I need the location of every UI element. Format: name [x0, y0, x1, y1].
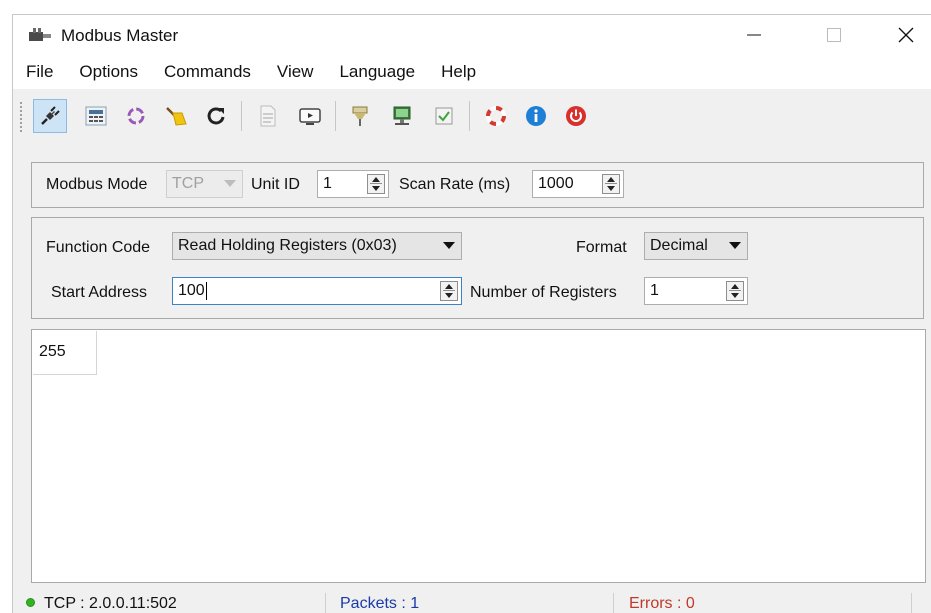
modbus-mode-value: TCP [172, 175, 204, 192]
refresh-button[interactable] [199, 99, 233, 133]
bus-monitor-icon [352, 106, 368, 126]
checklist-button[interactable] [427, 99, 461, 133]
start-address-spinbox[interactable]: 100 [172, 277, 462, 305]
monitor-button[interactable] [293, 99, 327, 133]
tcp-settings-icon [127, 107, 145, 125]
arrow-up-icon [607, 177, 615, 182]
scan-rate-value: 1000 [538, 175, 574, 192]
num-registers-spinbox[interactable]: 1 [644, 277, 748, 305]
refresh-icon [207, 107, 225, 125]
bus-monitor-button[interactable] [343, 99, 377, 133]
unit-id-stepper[interactable] [367, 174, 385, 194]
num-registers-label: Number of Registers [470, 284, 617, 301]
tcp-settings-button[interactable] [119, 99, 153, 133]
chevron-down-icon [224, 180, 236, 187]
arrow-down-icon [445, 293, 453, 298]
num-registers-value: 1 [650, 282, 659, 299]
status-divider [911, 593, 912, 613]
log-icon [260, 105, 276, 127]
menu-commands[interactable]: Commands [164, 62, 251, 82]
rtu-settings-button[interactable] [79, 99, 113, 133]
errors-counter: Errors : 0 [629, 595, 695, 612]
clear-icon [166, 107, 187, 126]
text-cursor [205, 282, 207, 300]
minimize-icon [747, 34, 761, 36]
arrow-up-icon [372, 177, 380, 182]
start-address-stepper[interactable] [440, 281, 458, 301]
menu-bar: File Options Commands View Language Help [13, 55, 931, 89]
main-window: Modbus Master File Options Commands View… [12, 14, 931, 613]
num-registers-stepper[interactable] [726, 281, 744, 301]
start-address-label: Start Address [51, 284, 148, 301]
toolbar-grip[interactable] [19, 101, 23, 133]
chevron-down-icon [443, 242, 455, 249]
arrow-down-icon [372, 186, 380, 191]
log-button[interactable] [251, 99, 285, 133]
tools-button[interactable] [385, 99, 419, 133]
chevron-down-icon [729, 242, 741, 249]
close-icon [898, 27, 914, 43]
format-value: Decimal [650, 237, 708, 254]
about-button[interactable] [479, 99, 513, 133]
format-label: Format [576, 239, 627, 256]
menu-options[interactable]: Options [79, 62, 138, 82]
arrow-down-icon [607, 186, 615, 191]
function-code-select[interactable]: Read Holding Registers (0x03) [172, 232, 462, 260]
close-button[interactable] [875, 15, 931, 55]
status-divider [613, 593, 614, 613]
toolbar-separator [335, 101, 336, 131]
exit-icon [566, 106, 586, 126]
modbus-mode-label: Modbus Mode [46, 176, 148, 193]
unit-id-spinbox[interactable]: 1 [317, 170, 389, 198]
register-cell[interactable]: 255 [33, 331, 97, 375]
arrow-down-icon [731, 293, 739, 298]
connection-status-text: TCP : 2.0.0.11:502 [44, 595, 177, 612]
packets-counter: Packets : 1 [340, 595, 420, 612]
maximize-button[interactable] [803, 15, 865, 55]
help-ring-icon [486, 106, 506, 126]
function-code-label: Function Code [46, 239, 151, 256]
minimize-button[interactable] [723, 15, 785, 55]
maximize-icon [827, 28, 841, 42]
monitor-icon [299, 108, 321, 125]
status-bar: TCP : 2.0.0.11:502 Packets : 1 Errors : … [13, 593, 931, 613]
request-group: Function Code Read Holding Registers (0x… [31, 217, 924, 319]
register-output-table[interactable]: 255 [31, 329, 926, 583]
info-button[interactable] [519, 99, 553, 133]
connection-status-led-icon [26, 598, 35, 607]
function-code-value: Read Holding Registers (0x03) [178, 237, 397, 254]
connect-button[interactable] [33, 99, 67, 133]
toolbar-separator [469, 101, 470, 131]
scan-rate-spinbox[interactable]: 1000 [532, 170, 624, 198]
modbus-mode-select[interactable]: TCP [166, 170, 243, 198]
toolbar [13, 93, 931, 143]
format-select[interactable]: Decimal [644, 232, 748, 260]
arrow-up-icon [731, 284, 739, 289]
tools-icon [393, 106, 411, 125]
info-icon [526, 106, 546, 126]
title-bar[interactable]: Modbus Master [13, 15, 931, 55]
unit-id-value: 1 [323, 175, 332, 192]
exit-button[interactable] [559, 99, 593, 133]
scan-rate-label: Scan Rate (ms) [399, 176, 511, 193]
scan-rate-stepper[interactable] [602, 174, 620, 194]
toolbar-separator [241, 101, 242, 131]
rtu-settings-icon [85, 106, 107, 126]
menu-help[interactable]: Help [441, 62, 476, 82]
clear-button[interactable] [159, 99, 193, 133]
app-icon [29, 28, 51, 41]
menu-file[interactable]: File [26, 62, 53, 82]
connect-icon [41, 106, 60, 125]
connection-group: Modbus Mode TCP Unit ID 1 Scan Rate (ms)… [31, 162, 924, 208]
menu-view[interactable]: View [277, 62, 314, 82]
window-title: Modbus Master [61, 26, 179, 45]
menu-language[interactable]: Language [339, 62, 415, 82]
checklist-icon [435, 107, 453, 125]
start-address-value: 100 [178, 282, 205, 299]
status-divider [325, 593, 326, 613]
unit-id-label: Unit ID [251, 176, 300, 193]
arrow-up-icon [445, 284, 453, 289]
